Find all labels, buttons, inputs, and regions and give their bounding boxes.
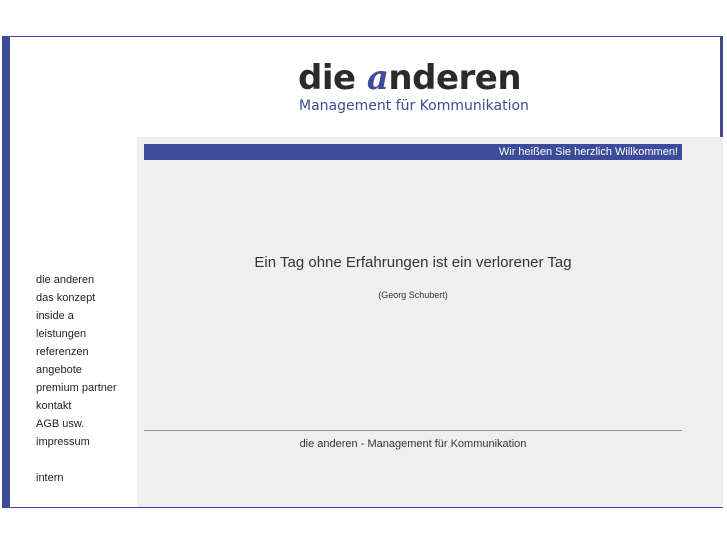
nav-item-leistungen[interactable]: leistungen [36,325,136,343]
nav-item-impressum[interactable]: impressum [36,433,136,451]
sidebar-nav: die anderen das konzept inside a leistun… [36,271,136,487]
nav-item-inside-a[interactable]: inside a [36,307,136,325]
nav-item-die-anderen[interactable]: die anderen [36,271,136,289]
nav-item-referenzen[interactable]: referenzen [36,343,136,361]
nav-item-das-konzept[interactable]: das konzept [36,289,136,307]
nav-item-intern[interactable]: intern [36,469,136,487]
site-logo[interactable]: die anderen Management für Kommunikation [298,58,538,118]
nav-item-agb[interactable]: AGB usw. [36,415,136,433]
footer-text: die anderen - Management für Kommunikati… [299,438,527,450]
nav-item-kontakt[interactable]: kontakt [36,397,136,415]
logo-word-prefix: die [298,58,367,98]
logo-word-suffix: nderen [388,58,522,98]
quote-text: Ein Tag ohne Erfahrungen ist ein verlore… [254,254,572,271]
quote-author: (Georg Schubert) [378,290,448,300]
footer-divider [144,430,682,431]
logo-a-mark: a [366,58,389,98]
logo-wordmark: die anderen [298,58,522,98]
nav-item-angebote[interactable]: angebote [36,361,136,379]
logo-subtitle: Management für Kommunikation [299,98,529,114]
content-panel [137,137,723,507]
welcome-banner: Wir heißen Sie herzlich Willkommen! [144,144,682,160]
nav-item-premium-partner[interactable]: premium partner [36,379,136,397]
